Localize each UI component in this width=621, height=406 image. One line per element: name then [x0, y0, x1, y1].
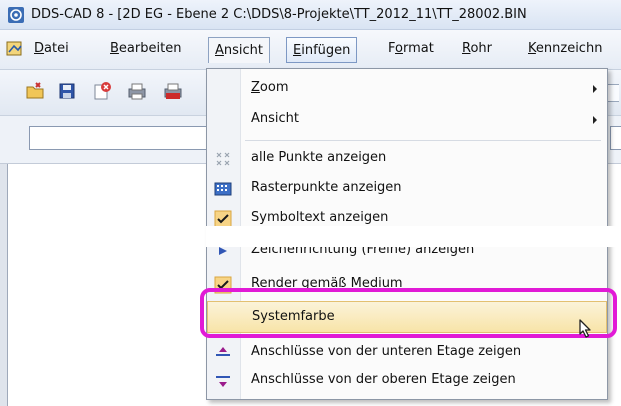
menu-item-obere-etage[interactable]: Anschlüsse von der oberen Etage zeigen	[207, 365, 607, 397]
menu-separator	[245, 140, 601, 141]
obscuring-band	[206, 226, 621, 247]
open-icon[interactable]	[24, 80, 46, 102]
document-icon[interactable]	[5, 40, 25, 58]
submenu-arrow-icon	[593, 116, 597, 124]
menu-item-zoom[interactable]: Zoom	[207, 73, 607, 105]
save-icon[interactable]	[56, 80, 78, 102]
menu-ansicht-rest: nsicht	[223, 43, 264, 58]
menu-kennzeichnung[interactable]: Kennzeichn	[528, 41, 602, 61]
workspace-left-panel	[0, 164, 8, 406]
menu-bearbeiten[interactable]: Bearbeiten	[110, 41, 181, 61]
print-pdf-icon[interactable]	[162, 80, 184, 102]
points-icon	[216, 152, 230, 166]
grid-points-icon	[214, 182, 232, 196]
menu-format-accel: o	[395, 41, 403, 56]
title-bar: DDS-CAD 8 - [2D EG - Ebene 2 C:\DDS\8-Pr…	[0, 0, 621, 30]
menu-rohr-rest: ohr	[470, 41, 492, 56]
menu-item-ansicht-label: Ansicht	[251, 111, 300, 126]
menu-bearbeiten-accel: B	[110, 41, 119, 56]
menu-ansicht-accel: A	[215, 43, 224, 58]
menu-kennzeichnung-accel: K	[528, 41, 536, 56]
menu-item-zoom-label: Zoom	[251, 80, 288, 95]
highlight-annotation	[200, 288, 617, 338]
menu-item-rasterpunkte[interactable]: Rasterpunkte anzeigen	[207, 173, 607, 205]
menu-datei-rest: atei	[44, 41, 69, 56]
mouse-pointer-icon	[579, 319, 591, 338]
lower-floor-icon	[216, 347, 230, 356]
menu-item-zoom-rest: oom	[259, 80, 289, 95]
layer-combo[interactable]	[29, 126, 219, 150]
menu-format[interactable]: Format	[388, 41, 434, 61]
submenu-arrow-icon	[593, 85, 597, 93]
window-title: DDS-CAD 8 - [2D EG - Ebene 2 C:\DDS\8-Pr…	[31, 7, 527, 22]
menu-einfuegen-accel: E	[293, 43, 302, 58]
menu-datei[interactable]: Datei	[34, 41, 69, 61]
menu-rohr[interactable]: Rohr	[462, 41, 492, 61]
menu-einfuegen[interactable]: Einfügen	[286, 37, 358, 63]
app-icon	[8, 7, 24, 23]
menu-format-pre: F	[388, 41, 396, 56]
menu-item-ansicht[interactable]: Ansicht	[207, 104, 607, 136]
menu-item-untere-etage-label: Anschlüsse von der unteren Etage zeigen	[251, 344, 522, 359]
right-combo[interactable]	[610, 126, 621, 150]
menu-item-rasterpunkte-label: Rasterpunkte anzeigen	[251, 180, 402, 195]
menu-item-symboltext-label: Symboltext anzeigen	[251, 210, 389, 225]
menu-datei-accel: D	[34, 41, 45, 56]
print-icon[interactable]	[126, 80, 148, 102]
menu-format-rest: rmat	[402, 41, 434, 56]
menu-item-obere-etage-label: Anschlüsse von der oberen Etage zeigen	[251, 372, 516, 387]
menu-einfuegen-rest: infügen	[301, 43, 351, 58]
menu-bar: Datei Bearbeiten Ansicht Einfügen Format…	[0, 30, 621, 70]
menu-item-alle-punkte-label: alle Punkte anzeigen	[251, 150, 387, 165]
menu-kennzeichnung-rest: ennzeichn	[535, 41, 603, 56]
menu-bearbeiten-rest: earbeiten	[118, 41, 182, 56]
close-document-icon[interactable]	[91, 80, 113, 102]
menu-item-alle-punkte[interactable]: alle Punkte anzeigen	[207, 143, 607, 175]
menu-item-zoom-accel: Z	[251, 80, 260, 95]
menu-ansicht[interactable]: Ansicht	[208, 37, 271, 63]
upper-floor-icon	[216, 376, 230, 387]
